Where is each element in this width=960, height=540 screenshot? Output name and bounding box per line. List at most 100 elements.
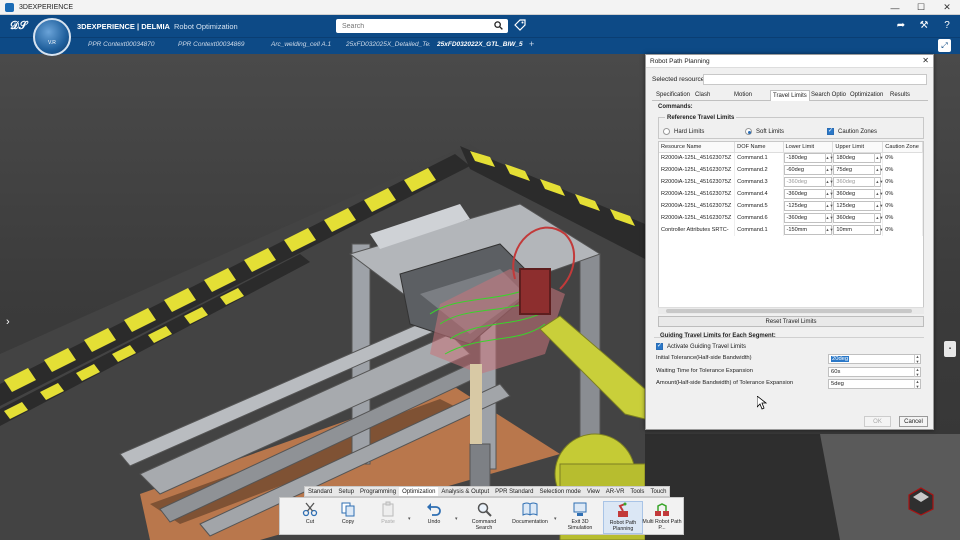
tab-optimization[interactable]: Optimization bbox=[848, 90, 885, 101]
tab-ppr-context-34869[interactable]: PPR Context00034869 bbox=[178, 41, 245, 48]
col-upper-limit[interactable]: Upper Limit bbox=[832, 142, 884, 153]
paste-button[interactable]: Paste bbox=[368, 501, 408, 525]
initial-tolerance-stepper[interactable]: 20deg ▲ ▼ bbox=[828, 354, 921, 364]
caution-zones-checkbox[interactable]: Caution Zones bbox=[827, 127, 877, 135]
action-tab-ppr-standard[interactable]: PPR Standard bbox=[492, 487, 536, 496]
table-row[interactable]: R2000iA-125L_451623075Z Command.1 -180de… bbox=[659, 152, 923, 164]
multi-robot-path-planning-button[interactable]: Multi Robot Path P... bbox=[642, 501, 682, 531]
spin-arrows-icon[interactable]: ▲▼ bbox=[824, 153, 833, 164]
command-search-button[interactable]: Command Search bbox=[464, 501, 504, 531]
caution-cell[interactable]: 0% bbox=[882, 224, 923, 236]
table-row[interactable]: R2000iA-125L_451623075Z Command.5 -125de… bbox=[659, 200, 923, 212]
lower-limit-stepper[interactable]: -360deg ▲▼ bbox=[783, 177, 833, 187]
col-caution-zone[interactable]: Caution Zone bbox=[882, 142, 923, 153]
table-row[interactable]: Controller Attributes SRTC- Command.1 -1… bbox=[659, 224, 923, 236]
search-box[interactable] bbox=[336, 19, 508, 33]
spin-arrows-icon[interactable]: ▲▼ bbox=[824, 177, 833, 187]
lower-limit-stepper[interactable]: -150mm ▲▼ bbox=[783, 225, 833, 235]
compass-icon[interactable]: V.R bbox=[33, 18, 71, 56]
action-tab-standard[interactable]: Standard bbox=[305, 487, 335, 496]
amount-stepper[interactable]: 5deg ▲ ▼ bbox=[828, 379, 921, 389]
spin-arrows-icon[interactable]: ▲▼ bbox=[874, 177, 883, 187]
caution-cell[interactable]: 0% bbox=[882, 164, 923, 176]
table-row[interactable]: R2000iA-125L_451623075Z Command.4 -360de… bbox=[659, 188, 923, 200]
spin-arrows-icon[interactable]: ▲▼ bbox=[824, 189, 833, 199]
action-tab-optimization[interactable]: Optimization bbox=[399, 487, 439, 496]
col-dof-name[interactable]: DOF Name bbox=[734, 142, 784, 153]
spin-arrows-icon[interactable]: ▲▼ bbox=[824, 201, 833, 211]
table-horizontal-scrollbar[interactable] bbox=[658, 307, 924, 314]
action-tab-view[interactable]: View bbox=[584, 487, 603, 496]
tab-motion[interactable]: Motion bbox=[732, 90, 754, 101]
dialog-close-icon[interactable]: ✕ bbox=[922, 56, 929, 65]
spin-arrows-icon[interactable]: ▲▼ bbox=[824, 213, 833, 223]
spin-arrows-icon[interactable]: ▲▼ bbox=[874, 213, 883, 223]
caution-cell[interactable]: 0% bbox=[882, 188, 923, 200]
dialog-titlebar[interactable]: Robot Path Planning bbox=[646, 55, 933, 68]
reset-travel-limits-button[interactable]: Reset Travel Limits bbox=[658, 316, 924, 327]
tab-arc-welding-cell[interactable]: Arc_welding_cell A.1 bbox=[271, 41, 331, 48]
minimize-icon[interactable]: — bbox=[882, 0, 908, 15]
spin-arrows-icon[interactable]: ▲▼ bbox=[914, 354, 920, 364]
tab-search-options[interactable]: Search Optio bbox=[809, 90, 848, 101]
expand-left-panel-icon[interactable]: › bbox=[6, 316, 10, 328]
lower-limit-stepper[interactable]: -360deg ▲▼ bbox=[783, 213, 833, 223]
col-lower-limit[interactable]: Lower Limit bbox=[783, 142, 834, 153]
lower-limit-stepper[interactable]: -360deg ▲▼ bbox=[783, 189, 833, 199]
add-tab-icon[interactable]: + bbox=[529, 39, 534, 49]
search-icon[interactable] bbox=[494, 21, 503, 32]
tab-detailed-test[interactable]: 25xFD032025X_Detailed_Test bbox=[346, 41, 430, 48]
close-icon[interactable]: ✕ bbox=[934, 0, 960, 15]
action-tab-touch[interactable]: Touch bbox=[647, 487, 669, 496]
soft-limits-radio[interactable]: Soft Limits bbox=[745, 128, 784, 135]
upper-limit-stepper[interactable]: 10mm ▲▼ bbox=[833, 225, 883, 235]
documentation-dropdown-icon[interactable]: ▾ bbox=[554, 516, 557, 522]
spin-arrows-icon[interactable]: ▲▼ bbox=[824, 165, 833, 175]
documentation-button[interactable]: Documentation bbox=[508, 501, 552, 525]
lower-limit-stepper[interactable]: -60deg ▲▼ bbox=[783, 165, 833, 175]
copy-button[interactable]: Copy bbox=[328, 501, 368, 525]
cancel-button[interactable]: Cancel bbox=[899, 416, 928, 427]
waiting-time-stepper[interactable]: 60s ▲ ▼ bbox=[828, 367, 921, 377]
right-panel-handle[interactable]: ▪ bbox=[944, 341, 956, 357]
tab-travel-limits[interactable]: Travel Limits bbox=[770, 90, 810, 101]
tag-icon[interactable] bbox=[514, 19, 526, 33]
tools-icon[interactable]: ⚒ bbox=[917, 18, 931, 32]
col-resource-name[interactable]: Resource Name bbox=[659, 142, 736, 153]
tab-specification[interactable]: Specification bbox=[654, 90, 692, 101]
ok-button[interactable]: OK bbox=[864, 416, 891, 427]
table-row[interactable]: R2000iA-125L_451623075Z Command.2 -60deg… bbox=[659, 164, 923, 176]
spin-arrows-icon[interactable]: ▲▼ bbox=[824, 225, 833, 235]
table-row[interactable]: R2000iA-125L_451623075Z Command.3 -360de… bbox=[659, 176, 923, 188]
action-tab-tools[interactable]: Tools bbox=[627, 487, 647, 496]
upper-limit-stepper[interactable]: 180deg ▲▼ bbox=[833, 153, 883, 164]
lower-limit-stepper[interactable]: -180deg ▲▼ bbox=[783, 153, 833, 164]
spin-arrows-icon[interactable]: ▲▼ bbox=[874, 189, 883, 199]
caution-cell[interactable]: 0% bbox=[882, 212, 923, 224]
undo-dropdown-icon[interactable]: ▾ bbox=[455, 516, 458, 522]
spin-arrows-icon[interactable]: ▲▼ bbox=[874, 165, 883, 175]
paste-dropdown-icon[interactable]: ▾ bbox=[408, 516, 411, 522]
action-tab-programming[interactable]: Programming bbox=[357, 487, 399, 496]
scrollbar-thumb[interactable] bbox=[666, 309, 912, 313]
spin-arrows-icon[interactable]: ▲▼ bbox=[874, 225, 883, 235]
caution-cell[interactable]: 0% bbox=[882, 200, 923, 212]
action-tab-setup[interactable]: Setup bbox=[335, 487, 357, 496]
spin-arrows-icon[interactable]: ▲▼ bbox=[874, 201, 883, 211]
action-tab-selection-mode[interactable]: Selection mode bbox=[536, 487, 583, 496]
share-icon[interactable]: ➦ bbox=[894, 18, 908, 32]
exit-3d-simulation-button[interactable]: Exit 3D Simulation bbox=[560, 501, 600, 531]
spin-arrows-icon[interactable]: ▲▼ bbox=[874, 153, 883, 164]
tab-gtl-biw[interactable]: 25xFD032022X_GTL_BIW_5 bbox=[437, 41, 523, 48]
caution-cell[interactable]: 0% bbox=[882, 176, 923, 188]
spin-arrows-icon[interactable]: ▲▼ bbox=[914, 379, 920, 389]
lower-limit-stepper[interactable]: -125deg ▲▼ bbox=[783, 201, 833, 211]
activate-guiding-checkbox[interactable]: Activate Guiding Travel Limits bbox=[656, 342, 746, 350]
caution-cell[interactable]: 0% bbox=[882, 152, 923, 164]
upper-limit-stepper[interactable]: 75deg ▲▼ bbox=[833, 165, 883, 175]
search-input[interactable] bbox=[336, 19, 486, 33]
undo-button[interactable]: Undo bbox=[414, 501, 454, 525]
action-tab-ar-vr[interactable]: AR-VR bbox=[603, 487, 628, 496]
action-tab-analysis-output[interactable]: Analysis & Output bbox=[438, 487, 492, 496]
tab-clash[interactable]: Clash bbox=[693, 90, 712, 101]
